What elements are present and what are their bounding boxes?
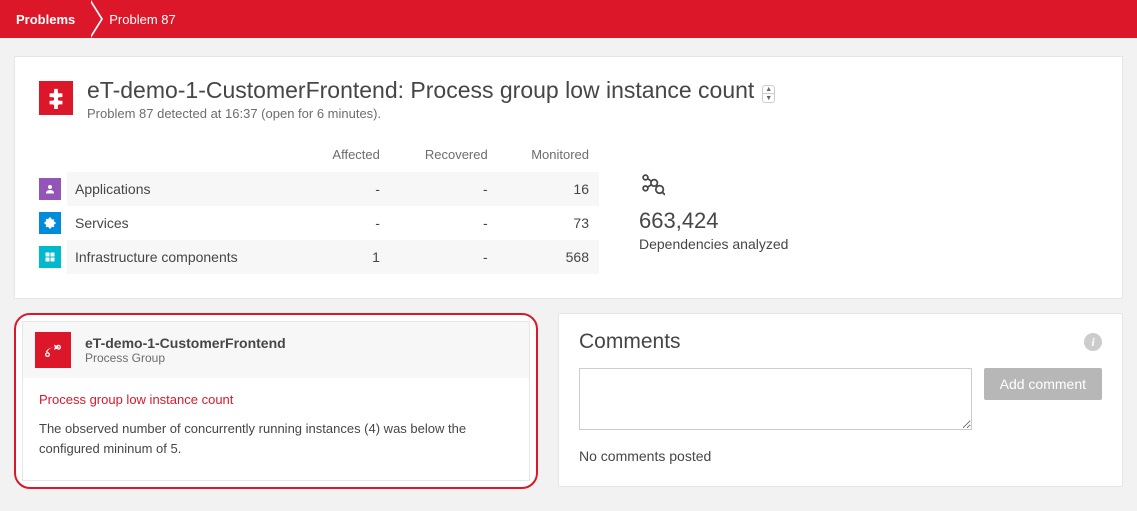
- comment-input[interactable]: [579, 368, 972, 430]
- breadcrumb-current: Problem 87: [103, 0, 189, 38]
- row-recovered: -: [390, 240, 498, 274]
- row-label: Infrastructure components: [67, 240, 302, 274]
- entity-name: eT-demo-1-CustomerFrontend: [85, 335, 286, 351]
- row-affected: -: [302, 172, 390, 206]
- col-label: [39, 147, 302, 172]
- comments-card: Comments i Add comment No comments poste…: [558, 313, 1123, 487]
- dependencies-block: 663,424 Dependencies analyzed: [639, 147, 788, 274]
- row-affected: 1: [302, 240, 390, 274]
- stepper-up-icon[interactable]: ▲: [763, 86, 774, 94]
- event-title: Process group low instance count: [39, 392, 513, 407]
- row-label: Services: [67, 206, 302, 240]
- dependencies-count: 663,424: [639, 208, 788, 234]
- row-monitored: 73: [498, 206, 599, 240]
- problem-icon: [39, 81, 73, 115]
- process-group-icon: [35, 332, 71, 368]
- root-cause-card: eT-demo-1-CustomerFrontend Process Group…: [14, 313, 538, 489]
- col-monitored: Monitored: [498, 147, 599, 172]
- impact-table: Affected Recovered Monitored Application…: [39, 147, 599, 274]
- row-monitored: 16: [498, 172, 599, 206]
- applications-icon: [39, 178, 61, 200]
- table-row[interactable]: Services - - 73: [39, 206, 599, 240]
- problem-stepper[interactable]: ▲ ▼: [762, 85, 775, 103]
- comments-title: Comments: [579, 330, 1084, 354]
- row-affected: -: [302, 206, 390, 240]
- row-label: Applications: [67, 172, 302, 206]
- col-recovered: Recovered: [390, 147, 498, 172]
- breadcrumb-separator: [89, 0, 101, 38]
- comments-empty-state: No comments posted: [579, 448, 1102, 464]
- dependencies-label: Dependencies analyzed: [639, 236, 788, 252]
- services-icon: [39, 212, 61, 234]
- breadcrumb: Problems Problem 87: [0, 0, 1137, 38]
- stepper-down-icon[interactable]: ▼: [763, 94, 774, 102]
- add-comment-button[interactable]: Add comment: [984, 368, 1102, 400]
- row-recovered: -: [390, 172, 498, 206]
- row-monitored: 568: [498, 240, 599, 274]
- infrastructure-icon: [39, 246, 61, 268]
- col-affected: Affected: [302, 147, 390, 172]
- page-title: eT-demo-1-CustomerFrontend: Process grou…: [87, 77, 754, 103]
- row-recovered: -: [390, 206, 498, 240]
- table-row[interactable]: Applications - - 16: [39, 172, 599, 206]
- info-icon[interactable]: i: [1084, 333, 1102, 351]
- problem-summary-card: eT-demo-1-CustomerFrontend: Process grou…: [14, 56, 1123, 299]
- breadcrumb-root[interactable]: Problems: [14, 0, 89, 38]
- event-description: The observed number of concurrently runn…: [39, 419, 513, 458]
- dependencies-icon: [639, 171, 665, 197]
- table-row[interactable]: Infrastructure components 1 - 568: [39, 240, 599, 274]
- entity-type: Process Group: [85, 351, 286, 365]
- page-subtitle: Problem 87 detected at 16:37 (open for 6…: [87, 106, 1098, 121]
- root-cause-header[interactable]: eT-demo-1-CustomerFrontend Process Group: [23, 322, 529, 378]
